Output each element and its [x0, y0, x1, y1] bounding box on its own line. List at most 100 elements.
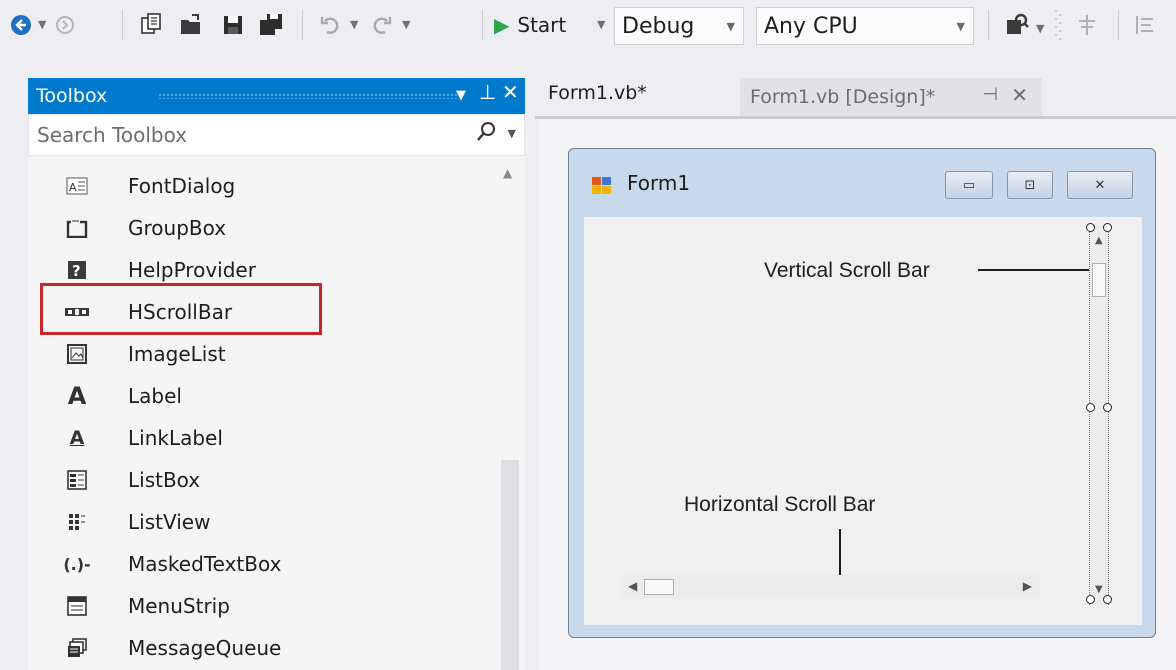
- toolbar-separator: [988, 10, 989, 40]
- align-icon[interactable]: [1072, 10, 1102, 40]
- toolbox-scrollbar-thumb[interactable]: [501, 460, 519, 670]
- configuration-value: Debug: [622, 13, 695, 39]
- start-dropdown-icon[interactable]: ▼: [597, 18, 605, 31]
- minimize-button[interactable]: ▭: [945, 171, 993, 199]
- toolbox-item-label: ListBox: [128, 468, 201, 492]
- pin-icon[interactable]: ⊣: [982, 84, 998, 105]
- close-button[interactable]: ✕: [1067, 171, 1133, 199]
- tab-form1-design[interactable]: Form1.vb [Design]* ⊣ ✕: [740, 78, 1042, 116]
- toolbox-item-linklabel[interactable]: A LinkLabel: [28, 417, 498, 459]
- toolbox-item-label: ListView: [128, 510, 211, 534]
- back-icon[interactable]: [8, 12, 34, 38]
- find-dropdown-icon[interactable]: ▼: [1036, 22, 1044, 35]
- toolbox-item-imagelist[interactable]: ImageList: [28, 333, 498, 375]
- resize-handle[interactable]: [1086, 595, 1095, 604]
- chevron-down-icon: ▼: [726, 20, 735, 33]
- toolbox-item-label: ImageList: [128, 342, 226, 366]
- toolbox-item-menustrip[interactable]: MenuStrip: [28, 585, 498, 627]
- toolbox-item-label-control[interactable]: A Label: [28, 375, 498, 417]
- toolbox-item-fontdialog[interactable]: A FontDialog: [28, 165, 498, 207]
- toolbox-item-label: LinkLabel: [128, 426, 223, 450]
- vertical-scroll-bar[interactable]: ▲ ▼: [1089, 225, 1109, 605]
- dropdown-icon[interactable]: ▼: [456, 88, 466, 103]
- font-dialog-icon: A: [64, 173, 90, 199]
- toolbox-header: Toolbox ▼ ⊥ ✕: [28, 78, 525, 114]
- vertical-scroll-bar-label: Vertical Scroll Bar: [764, 259, 930, 282]
- toolbox-search-input[interactable]: Search Toolbox ▼: [28, 114, 525, 156]
- layout-icon[interactable]: [1130, 10, 1160, 40]
- horizontal-scroll-bar[interactable]: ◀ ▶: [620, 575, 1040, 599]
- scroll-up-icon[interactable]: ▲: [503, 166, 512, 180]
- main-toolbar: ▼ ▼ ▼ ▶ Start ▼ Debug ▼ Any CPU ▼ ▼: [0, 0, 1176, 66]
- toolbox-item-label: Label: [128, 384, 182, 408]
- save-all-icon[interactable]: [256, 10, 286, 40]
- form-client-area: Vertical Scroll Bar Horizontal Scroll Ba…: [584, 217, 1142, 625]
- start-button[interactable]: ▶ Start: [494, 10, 570, 40]
- image-list-icon: [64, 341, 90, 367]
- toolbar-separator: [482, 10, 483, 40]
- header-grip: [158, 93, 458, 99]
- toolbox-list: ▲ A FontDialog GroupBox ? HelpProvider H…: [28, 156, 525, 670]
- scroll-right-icon[interactable]: ▶: [1023, 579, 1032, 593]
- resize-handle[interactable]: [1103, 223, 1112, 232]
- resize-handle[interactable]: [1086, 223, 1095, 232]
- toolbox-item-label: HelpProvider: [128, 258, 256, 282]
- toolbox-item-maskedtextbox[interactable]: (.)- MaskedTextBox: [28, 543, 498, 585]
- toolbox-item-label: MessageQueue: [128, 636, 282, 660]
- resize-handle[interactable]: [1086, 403, 1095, 412]
- menu-strip-icon: [64, 593, 90, 619]
- tab-form1-vb[interactable]: Form1.vb*: [548, 82, 647, 104]
- toolbox-item-groupbox[interactable]: GroupBox: [28, 207, 498, 249]
- form-icon: [591, 175, 613, 195]
- vertical-label-pointer: [978, 269, 1090, 271]
- resize-handle[interactable]: [1103, 595, 1112, 604]
- start-icon: ▶: [494, 13, 510, 37]
- toolbox-item-listbox[interactable]: ListBox: [28, 459, 498, 501]
- list-view-icon: [64, 509, 90, 535]
- toolbar-separator: [1118, 10, 1119, 40]
- label-icon: A: [67, 382, 87, 410]
- close-icon[interactable]: ✕: [1011, 83, 1028, 107]
- svg-text:?: ?: [72, 262, 81, 280]
- horizontal-label-pointer: [839, 529, 841, 577]
- forward-icon[interactable]: [52, 12, 78, 38]
- scroll-left-icon[interactable]: ◀: [628, 579, 637, 593]
- minimize-icon: ▭: [962, 177, 976, 193]
- save-icon[interactable]: [218, 10, 248, 40]
- open-file-icon[interactable]: [176, 10, 206, 40]
- search-options-icon[interactable]: ▼: [508, 127, 516, 140]
- horizontal-scroll-bar-label: Horizontal Scroll Bar: [684, 493, 876, 516]
- maximize-button[interactable]: ⊡: [1007, 171, 1053, 199]
- maximize-icon: ⊡: [1024, 177, 1036, 193]
- hscrollbar-highlight-box: [40, 283, 322, 335]
- scroll-up-icon[interactable]: ▲: [1095, 235, 1103, 246]
- link-label-icon: A: [69, 427, 85, 449]
- form1-window[interactable]: Form1 ▭ ⊡ ✕ Vertical Scroll Bar Horizont…: [568, 148, 1156, 638]
- undo-dropdown-icon[interactable]: ▼: [350, 18, 358, 31]
- horizontal-scroll-thumb[interactable]: [644, 579, 674, 595]
- toolbox-item-listview[interactable]: ListView: [28, 501, 498, 543]
- scroll-down-icon[interactable]: ▼: [1095, 584, 1103, 595]
- message-queue-icon: [64, 635, 90, 661]
- toolbox-item-label: FontDialog: [128, 174, 236, 198]
- tab-label: Form1.vb [Design]*: [750, 86, 936, 108]
- undo-icon[interactable]: [316, 10, 346, 40]
- toolbar-separator: [122, 10, 123, 40]
- resize-handle[interactable]: [1103, 403, 1112, 412]
- search-icon[interactable]: [476, 121, 496, 148]
- close-icon[interactable]: ✕: [502, 80, 519, 104]
- find-icon[interactable]: [1002, 10, 1032, 40]
- toolbox-item-label: GroupBox: [128, 216, 227, 240]
- vertical-scroll-thumb[interactable]: [1092, 263, 1106, 297]
- platform-select[interactable]: Any CPU ▼: [756, 7, 974, 45]
- grip-icon: [1052, 8, 1064, 42]
- back-dropdown-icon[interactable]: ▼: [38, 18, 46, 31]
- toolbar-separator: [302, 10, 303, 40]
- form-title: Form1: [627, 171, 691, 195]
- configuration-select[interactable]: Debug ▼: [614, 7, 744, 45]
- redo-icon[interactable]: [366, 10, 396, 40]
- pin-icon[interactable]: ⊥: [479, 80, 496, 104]
- redo-dropdown-icon[interactable]: ▼: [402, 18, 410, 31]
- new-project-icon[interactable]: [136, 10, 166, 40]
- toolbox-item-messagequeue[interactable]: MessageQueue: [28, 627, 498, 669]
